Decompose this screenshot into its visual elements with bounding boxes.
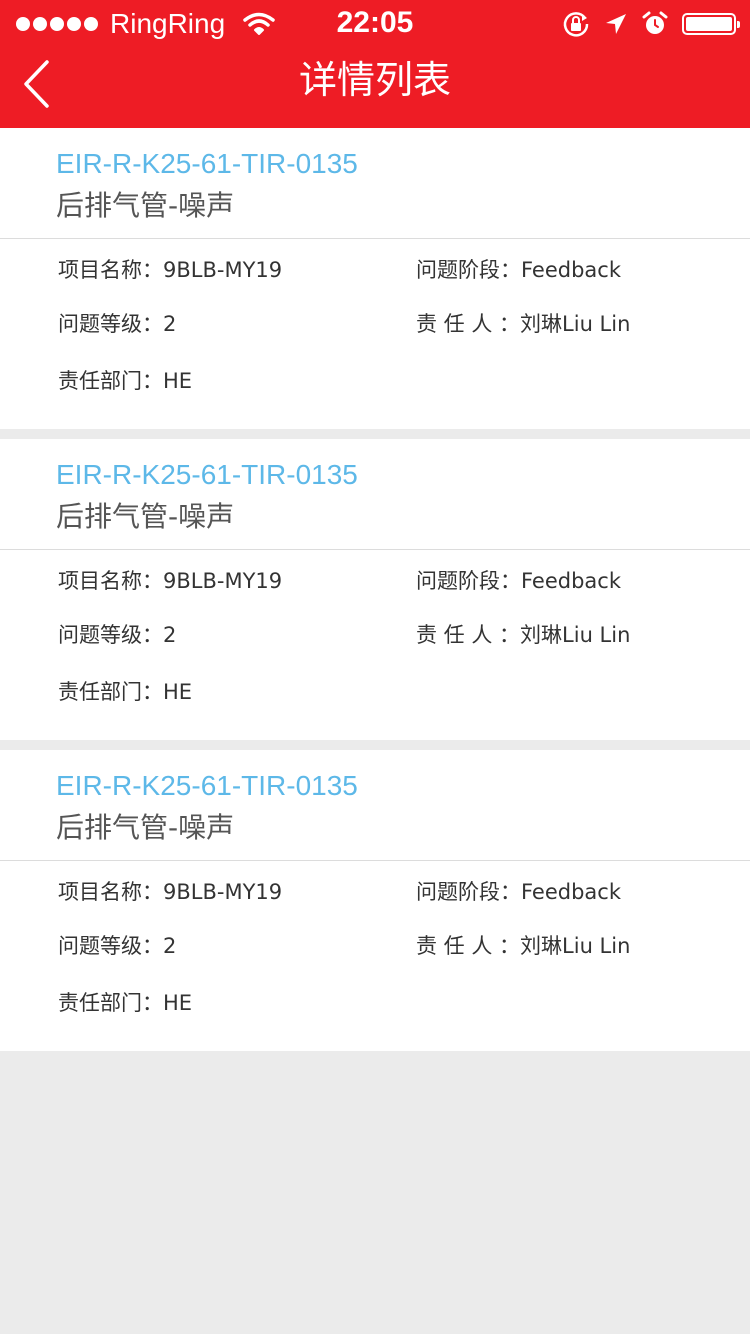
field-label: 责任部门： xyxy=(58,680,163,704)
field-value: 刘琳Liu Lin xyxy=(520,623,631,647)
issue-code: EIR-R-K25-61-TIR-0135 xyxy=(56,148,358,179)
field-issue-stage: 问题阶段：Feedback xyxy=(416,878,621,906)
field-issue-stage: 问题阶段：Feedback xyxy=(416,256,621,284)
field-label: 责 任 人 ： xyxy=(416,312,521,336)
card-header: EIR-R-K25-61-TIR-0135 后排气管-噪声 xyxy=(0,128,750,239)
field-issue-level: 问题等级：2 xyxy=(58,932,176,960)
field-project-name: 项目名称：9BLB-MY19 xyxy=(58,256,282,284)
field-value: HE xyxy=(163,991,193,1015)
field-label: 责任部门： xyxy=(58,991,163,1015)
field-value: Feedback xyxy=(521,258,622,282)
card-body: 项目名称：9BLB-MY19 问题阶段：Feedback 问题等级：2 责 任 … xyxy=(0,550,750,740)
field-value: Feedback xyxy=(521,880,622,904)
field-value: HE xyxy=(163,680,193,704)
status-bar: RingRing 22:05 xyxy=(0,0,750,48)
field-value: 刘琳Liu Lin xyxy=(520,934,631,958)
location-arrow-icon xyxy=(606,14,626,34)
detail-card[interactable]: EIR-R-K25-61-TIR-0135 后排气管-噪声 项目名称：9BLB-… xyxy=(0,750,750,1051)
field-label: 问题等级： xyxy=(58,623,163,647)
field-responsible-department: 责任部门：HE xyxy=(58,367,192,395)
field-value: 2 xyxy=(163,312,177,336)
issue-title: 后排气管-噪声 xyxy=(56,500,235,533)
issue-title: 后排气管-噪声 xyxy=(56,189,235,222)
field-value: 2 xyxy=(163,934,177,958)
field-issue-level: 问题等级：2 xyxy=(58,621,176,649)
status-right xyxy=(562,8,740,40)
field-label: 问题阶段： xyxy=(416,569,521,593)
field-label: 问题等级： xyxy=(58,934,163,958)
field-value: HE xyxy=(163,369,193,393)
field-responsible-department: 责任部门：HE xyxy=(58,678,192,706)
field-value: Feedback xyxy=(521,569,622,593)
issue-code: EIR-R-K25-61-TIR-0135 xyxy=(56,459,358,490)
field-label: 问题阶段： xyxy=(416,258,521,282)
field-responsible-person: 责 任 人 ：刘琳Liu Lin xyxy=(416,310,630,338)
field-label: 项目名称： xyxy=(58,258,163,282)
field-value: 9BLB-MY19 xyxy=(163,880,283,904)
field-issue-stage: 问题阶段：Feedback xyxy=(416,567,621,595)
page-title: 详情列表 xyxy=(298,58,451,102)
field-label: 问题阶段： xyxy=(416,880,521,904)
detail-card[interactable]: EIR-R-K25-61-TIR-0135 后排气管-噪声 项目名称：9BLB-… xyxy=(0,128,750,429)
card-header: EIR-R-K25-61-TIR-0135 后排气管-噪声 xyxy=(0,750,750,861)
battery-icon xyxy=(682,13,740,35)
issue-title: 后排气管-噪声 xyxy=(56,811,235,844)
navigation-bar: 详情列表 xyxy=(0,48,750,128)
field-value: 2 xyxy=(163,623,177,647)
alarm-icon xyxy=(642,11,668,34)
field-issue-level: 问题等级：2 xyxy=(58,310,176,338)
card-header: EIR-R-K25-61-TIR-0135 后排气管-噪声 xyxy=(0,439,750,550)
field-responsible-person: 责 任 人 ：刘琳Liu Lin xyxy=(416,932,630,960)
field-label: 责 任 人 ： xyxy=(416,934,521,958)
field-value: 9BLB-MY19 xyxy=(163,569,283,593)
field-label: 责任部门： xyxy=(58,369,163,393)
card-body: 项目名称：9BLB-MY19 问题阶段：Feedback 问题等级：2 责 任 … xyxy=(0,239,750,429)
field-label: 项目名称： xyxy=(58,569,163,593)
field-label: 责 任 人 ： xyxy=(416,623,521,647)
field-responsible-department: 责任部门：HE xyxy=(58,989,192,1017)
field-value: 刘琳Liu Lin xyxy=(520,312,631,336)
issue-code: EIR-R-K25-61-TIR-0135 xyxy=(56,770,358,801)
card-body: 项目名称：9BLB-MY19 问题阶段：Feedback 问题等级：2 责 任 … xyxy=(0,861,750,1051)
field-label: 项目名称： xyxy=(58,880,163,904)
field-responsible-person: 责 任 人 ：刘琳Liu Lin xyxy=(416,621,630,649)
detail-list: EIR-R-K25-61-TIR-0135 后排气管-噪声 项目名称：9BLB-… xyxy=(0,128,750,1051)
detail-card[interactable]: EIR-R-K25-61-TIR-0135 后排气管-噪声 项目名称：9BLB-… xyxy=(0,439,750,740)
field-label: 问题等级： xyxy=(58,312,163,336)
app-header: RingRing 22:05 详情列表 xyxy=(0,0,750,128)
field-value: 9BLB-MY19 xyxy=(163,258,283,282)
rotation-lock-icon xyxy=(563,12,589,37)
field-project-name: 项目名称：9BLB-MY19 xyxy=(58,878,282,906)
field-project-name: 项目名称：9BLB-MY19 xyxy=(58,567,282,595)
